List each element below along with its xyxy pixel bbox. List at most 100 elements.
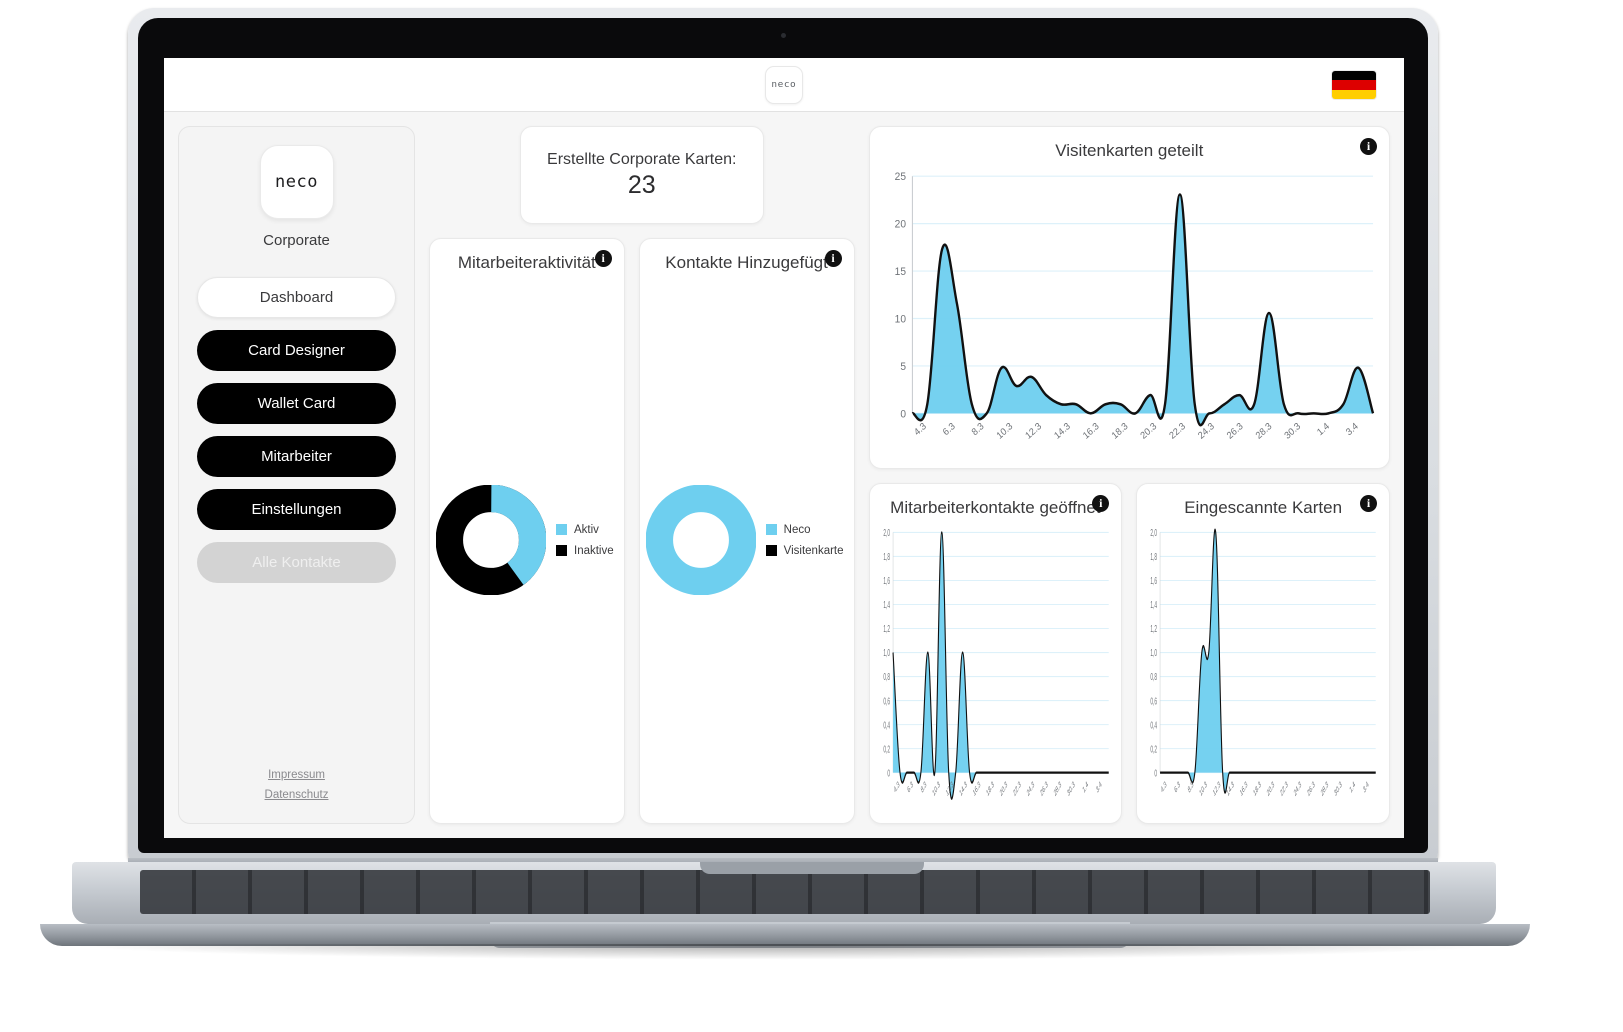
legend-swatch-neco bbox=[765, 524, 777, 535]
info-icon[interactable]: i bbox=[824, 250, 842, 267]
impressum-link[interactable]: Impressum bbox=[268, 769, 325, 781]
svg-text:0,8: 0,8 bbox=[883, 671, 890, 682]
legend-item: Inaktive bbox=[556, 545, 614, 557]
neco-logo-icon[interactable]: neco bbox=[765, 65, 803, 104]
flag-band-black bbox=[1332, 71, 1376, 81]
chart-plot-area: 0 0,2 0,4 0,6 0,8 1,0 1,2 1,4 1,6 1,8 2,0 4.3 6.3 8.3… bbox=[1137, 518, 1389, 823]
donut-chart-kontakte-hinzugefuegt bbox=[645, 485, 756, 595]
svg-text:6.3: 6.3 bbox=[906, 780, 913, 795]
legend-label-neco: Neco bbox=[783, 523, 811, 536]
svg-text:10.3: 10.3 bbox=[1199, 780, 1208, 798]
brand-logo-text: neco bbox=[275, 172, 318, 192]
legend-label-inaktive: Inaktive bbox=[574, 544, 614, 557]
chart-plot-area: 0 0,2 0,4 0,6 0,8 1,0 1,2 1,4 1,6 1,8 2,0 4.3 6.3 8.3… bbox=[870, 518, 1122, 823]
chart-card-mitarbeiteraktivitaet: i Mitarbeiteraktivität Aktiv Inaktive bbox=[429, 238, 625, 824]
sidebar-item-einstellungen[interactable]: Einstellungen bbox=[197, 489, 396, 530]
svg-text:0: 0 bbox=[900, 408, 906, 420]
svg-text:24.3: 24.3 bbox=[1026, 780, 1035, 798]
svg-text:18.3: 18.3 bbox=[985, 780, 994, 798]
sidebar-item-mitarbeiter[interactable]: Mitarbeiter bbox=[197, 436, 396, 477]
svg-text:30.3: 30.3 bbox=[1066, 780, 1075, 798]
chart-title: Kontakte Hinzugefügt bbox=[665, 253, 828, 272]
svg-text:3.4: 3.4 bbox=[1344, 421, 1360, 438]
chart-card-kontakte-hinzugefuegt: i Kontakte Hinzugefügt Neco Visitenkarte bbox=[638, 238, 855, 824]
header-logo-text: neco bbox=[771, 79, 797, 90]
svg-text:26.3: 26.3 bbox=[1039, 780, 1048, 798]
svg-text:1,0: 1,0 bbox=[883, 647, 890, 658]
svg-text:2,0: 2,0 bbox=[1151, 527, 1158, 538]
svg-text:16.3: 16.3 bbox=[1240, 780, 1249, 798]
sidebar-item-dashboard[interactable]: Dashboard bbox=[197, 277, 396, 318]
svg-text:10.3: 10.3 bbox=[931, 780, 940, 798]
right-column: i Visitenkarten geteilt 0 5 10 15 20 25 4.3 6.3… bbox=[868, 126, 1390, 824]
area-chart-eingescannte-karten: 00,20,40,60,81,01,21,41,61,82,04.3 6.3 8.3… bbox=[1151, 527, 1376, 798]
app-header: neco bbox=[164, 58, 1404, 112]
svg-text:28.3: 28.3 bbox=[1053, 780, 1062, 798]
legend-swatch-visitenkarte bbox=[765, 545, 777, 556]
svg-text:18.3: 18.3 bbox=[1253, 780, 1262, 798]
left-column: Erstellte Corporate Karten: 23 i Mitarbe… bbox=[429, 126, 855, 824]
area-chart-visitenkarten-geteilt: 0 5 10 15 20 25 4.3 6.3 8.3 10.3 12.3 14.3 16.3 18.3 2… bbox=[894, 171, 1374, 442]
info-icon[interactable]: i bbox=[594, 250, 612, 267]
svg-text:26.3: 26.3 bbox=[1307, 780, 1316, 798]
svg-text:16.3: 16.3 bbox=[972, 780, 981, 798]
svg-text:0: 0 bbox=[1155, 767, 1158, 778]
keyboard bbox=[140, 870, 1430, 914]
chart-card-eingescannte-karten: i Eingescannte Karten 0 0,2 0,4 0,6 0,8 1,0 1,… bbox=[1136, 483, 1390, 824]
app-body: neco Corporate Dashboard Card Designer W… bbox=[164, 112, 1404, 838]
svg-text:22.3: 22.3 bbox=[1280, 780, 1289, 798]
sidebar-item-alle-kontakte: Alle Kontakte bbox=[197, 542, 396, 583]
svg-text:14.3: 14.3 bbox=[958, 780, 967, 798]
svg-text:1,2: 1,2 bbox=[1151, 623, 1158, 634]
laptop-shadow bbox=[60, 944, 1510, 960]
legend-label-visitenkarte: Visitenkarte bbox=[783, 544, 844, 557]
area-chart-mitarbeiterkontakte-geoeffnet: 0 0,2 0,4 0,6 0,8 1,0 1,2 1,4 1,6 1,8 2,0 4.3 6.3 8.3… bbox=[883, 527, 1109, 800]
legend: Neco Visitenkarte bbox=[765, 523, 844, 557]
svg-text:3.4: 3.4 bbox=[1095, 780, 1102, 795]
svg-text:16.3: 16.3 bbox=[1081, 421, 1101, 442]
sidebar: neco Corporate Dashboard Card Designer W… bbox=[178, 126, 415, 824]
svg-text:0,8: 0,8 bbox=[1151, 671, 1158, 682]
chart-title: Eingescannte Karten bbox=[1184, 498, 1343, 517]
flag-band-gold bbox=[1332, 89, 1376, 99]
stat-card-value: 23 bbox=[627, 170, 656, 199]
datenschutz-link[interactable]: Datenschutz bbox=[265, 789, 329, 801]
svg-text:0,4: 0,4 bbox=[1151, 719, 1158, 730]
svg-text:28.3: 28.3 bbox=[1321, 780, 1330, 798]
info-icon[interactable]: i bbox=[1360, 138, 1377, 155]
chart-plot-area: 0 5 10 15 20 25 4.3 6.3 8.3 10.3 12.3 14.3 16.3 18.3 2… bbox=[870, 161, 1389, 468]
svg-text:20.3: 20.3 bbox=[1138, 421, 1158, 442]
german-flag-icon[interactable] bbox=[1332, 71, 1376, 99]
svg-text:6.3: 6.3 bbox=[940, 421, 956, 438]
svg-text:1,6: 1,6 bbox=[1151, 575, 1158, 586]
svg-text:30.3: 30.3 bbox=[1282, 421, 1302, 442]
donut-chart-mitarbeiteraktivitaet bbox=[436, 485, 546, 595]
sidebar-item-card-designer[interactable]: Card Designer bbox=[197, 330, 396, 371]
svg-text:3.4: 3.4 bbox=[1363, 780, 1370, 795]
svg-text:24.3: 24.3 bbox=[1294, 780, 1303, 798]
svg-text:8.3: 8.3 bbox=[969, 421, 985, 438]
svg-text:1,2: 1,2 bbox=[883, 623, 890, 634]
chart-title: Visitenkarten geteilt bbox=[1055, 141, 1204, 160]
main-content: Erstellte Corporate Karten: 23 i Mitarbe… bbox=[429, 126, 1390, 824]
svg-text:2,0: 2,0 bbox=[883, 527, 890, 538]
svg-text:8.3: 8.3 bbox=[920, 780, 927, 795]
info-icon[interactable]: i bbox=[1360, 495, 1377, 512]
svg-text:1,8: 1,8 bbox=[1151, 551, 1158, 562]
legend-swatch-inaktive bbox=[556, 545, 567, 556]
brand-logo-icon: neco bbox=[259, 145, 334, 219]
donut-wrap: Aktiv Inaktive bbox=[430, 273, 624, 823]
svg-text:1,4: 1,4 bbox=[1151, 599, 1158, 610]
svg-text:25: 25 bbox=[894, 171, 905, 183]
flag-band-red bbox=[1332, 80, 1376, 90]
laptop-notch bbox=[700, 862, 924, 874]
sidebar-item-wallet-card[interactable]: Wallet Card bbox=[197, 383, 396, 424]
brand-label: Corporate bbox=[263, 232, 330, 249]
svg-text:28.3: 28.3 bbox=[1253, 421, 1273, 442]
svg-text:1.4: 1.4 bbox=[1315, 421, 1331, 438]
legend: Aktiv Inaktive bbox=[556, 524, 614, 557]
svg-text:1,8: 1,8 bbox=[883, 551, 890, 562]
legend-item: Aktiv bbox=[556, 524, 614, 536]
chart-title: Mitarbeiterkontakte geöffnet bbox=[890, 498, 1101, 517]
stat-card-erstellte-karten: Erstellte Corporate Karten: 23 bbox=[519, 126, 764, 224]
